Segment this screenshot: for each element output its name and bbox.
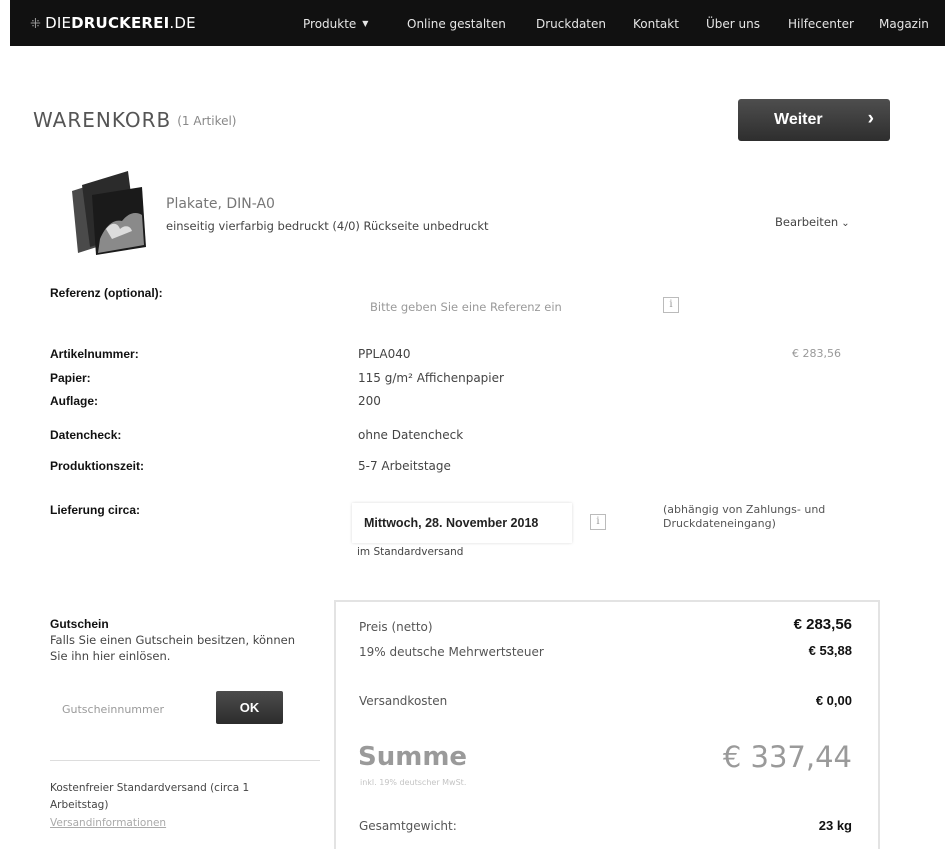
datencheck-label: Datencheck: — [50, 428, 122, 442]
nav-item-online-gestalten[interactable]: Online gestalten — [407, 17, 506, 31]
voucher-input[interactable] — [50, 694, 210, 724]
delivery-date-box: Mittwoch, 28. November 2018 — [352, 503, 572, 543]
nav-item-druckdaten[interactable]: Druckdaten — [536, 17, 606, 31]
produktionszeit-label: Produktionszeit: — [50, 459, 145, 473]
papier-label: Papier: — [50, 371, 91, 385]
chevron-down-icon: ⌄ — [841, 218, 850, 229]
artikelnummer-label: Artikelnummer: — [50, 347, 139, 361]
info-icon[interactable]: i — [590, 514, 606, 530]
product-price: € 283,56 — [792, 347, 841, 360]
page-title: WARENKORB (1 Artikel) — [33, 108, 236, 132]
net-price-value: € 283,56 — [793, 616, 852, 633]
vat-label: 19% deutsche Mehrwertsteuer — [359, 645, 544, 659]
product-thumbnail — [72, 171, 146, 255]
reference-input[interactable] — [358, 292, 648, 322]
cart-title: WARENKORB — [33, 108, 172, 132]
delivery-label: Lieferung circa: — [50, 503, 141, 517]
weight-value: 23 kg — [818, 818, 852, 833]
site-logo[interactable]: ⁜ DIEDRUCKEREI.DE — [30, 14, 196, 32]
next-button[interactable]: Weiter › — [738, 99, 890, 141]
divider — [50, 760, 320, 761]
nav-item-label: Produkte — [303, 17, 357, 31]
vat-value: € 53,88 — [808, 643, 852, 658]
edit-product-button[interactable]: Bearbeiten ⌄ — [775, 215, 850, 229]
product-description: einseitig vierfarbig bedruckt (4/0) Rück… — [166, 219, 489, 233]
nav-item-hilfecenter[interactable]: Hilfecenter — [788, 17, 854, 31]
nav-item-magazin[interactable]: Magazin — [879, 17, 929, 31]
auflage-value: 200 — [358, 394, 381, 408]
shipping-info-link[interactable]: Versandinformationen — [50, 817, 166, 829]
datencheck-value: ohne Datencheck — [358, 428, 464, 442]
delivery-method: im Standardversand — [357, 546, 464, 558]
top-navigation: ⁜ DIEDRUCKEREI.DE Produkte ▼ Online gestal… — [10, 0, 945, 46]
delivery-note: (abhängig von Zahlungs- und Druckdatenei… — [663, 503, 826, 530]
caret-down-icon: ▼ — [362, 19, 369, 28]
shipping-info: Kostenfreier Standardversand (circa 1 Ar… — [50, 782, 250, 811]
logo-prefix: DIE — [45, 14, 72, 32]
produktionszeit-value: 5-7 Arbeitstage — [358, 459, 451, 473]
next-button-label: Weiter — [774, 111, 823, 128]
chevron-right-icon: › — [867, 108, 874, 129]
logo-suffix: .DE — [169, 14, 196, 32]
delivery-date: Mittwoch, 28. November 2018 — [364, 516, 539, 530]
auflage-label: Auflage: — [50, 394, 98, 408]
shipping-cost-value: € 0,00 — [815, 693, 852, 708]
cart-item-count: (1 Artikel) — [177, 114, 237, 128]
papier-value: 115 g/m² Affichenpapier — [358, 371, 504, 385]
voucher-text: Falls Sie einen Gutschein besitzen, könn… — [50, 633, 295, 663]
nav-item-produkte[interactable]: Produkte ▼ — [303, 17, 368, 31]
weight-label: Gesamtgewicht: — [359, 819, 457, 833]
nav-item-kontakt[interactable]: Kontakt — [633, 17, 679, 31]
reference-label: Referenz (optional): — [50, 286, 163, 300]
logo-bold: DRUCKEREI — [71, 14, 170, 32]
voucher-ok-button[interactable]: OK — [216, 691, 283, 724]
logo-icon: ⁜ — [30, 17, 42, 32]
edit-label: Bearbeiten — [775, 215, 839, 229]
sum-label: Summe — [358, 742, 468, 772]
shipping-cost-label: Versandkosten — [359, 694, 448, 708]
product-name: Plakate, DIN-A0 — [166, 196, 275, 212]
nav-item-ueber-uns[interactable]: Über uns — [706, 17, 760, 31]
total-price: € 337,44 — [722, 740, 852, 774]
info-icon[interactable]: i — [663, 297, 679, 313]
net-price-label: Preis (netto) — [359, 620, 433, 634]
voucher-title: Gutschein — [50, 617, 109, 631]
order-summary: Preis (netto) € 283,56 19% deutsche Mehr… — [334, 600, 880, 849]
sum-vat-note: inkl. 19% deutscher MwSt. — [360, 778, 467, 787]
artikelnummer-value: PPLA040 — [358, 347, 411, 361]
